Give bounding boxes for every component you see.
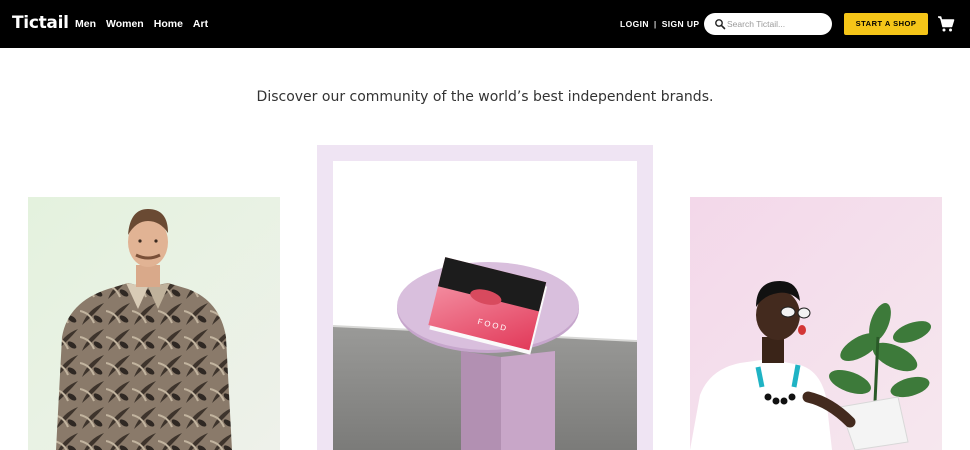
nav-link-women[interactable]: Women <box>106 18 144 30</box>
cart-icon[interactable] <box>937 15 955 33</box>
featured-card-home[interactable]: FOOD <box>333 161 637 450</box>
search-input[interactable] <box>727 16 827 32</box>
logo[interactable]: Tictail <box>12 13 69 33</box>
auth-separator: | <box>653 19 657 29</box>
login-link[interactable]: LOGIN <box>620 19 649 29</box>
featured-card-women[interactable] <box>690 197 942 450</box>
hero-tagline: Discover our community of the world’s be… <box>256 89 714 105</box>
nav-link-men[interactable]: Men <box>75 18 96 30</box>
featured-card-men[interactable] <box>28 197 280 450</box>
men-shirt-photo <box>28 197 280 450</box>
signup-link[interactable]: SIGN UP <box>662 19 700 29</box>
auth-links: LOGIN | SIGN UP <box>620 19 699 29</box>
top-nav-bar: Tictail Men Women Home Art LOGIN | SIGN UP… <box>0 0 970 48</box>
search-icon <box>715 19 726 30</box>
nav-link-art[interactable]: Art <box>193 18 208 30</box>
start-a-shop-button[interactable]: START A SHOP <box>844 13 928 35</box>
category-nav: Men Women Home Art <box>75 18 218 30</box>
nav-link-home[interactable]: Home <box>154 18 183 30</box>
search-box[interactable] <box>704 13 832 35</box>
lavender-table-photo: FOOD <box>333 161 637 450</box>
woman-plant-photo <box>690 197 942 450</box>
